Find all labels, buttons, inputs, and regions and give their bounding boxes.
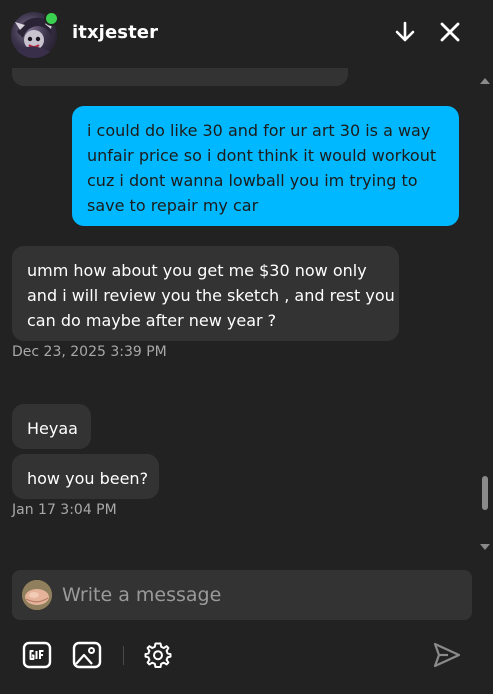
user-avatar <box>22 580 52 610</box>
message-text: and i will review you the sketch , and r… <box>27 286 395 305</box>
message-text: umm how about you get me $30 now only <box>27 261 367 280</box>
online-status-dot <box>44 11 59 26</box>
message-bubble-previous <box>12 68 348 86</box>
message-composer <box>12 570 472 620</box>
message-input[interactable] <box>62 582 457 608</box>
message-text: unfair price so i dont think it would wo… <box>87 146 437 165</box>
message-bubble-incoming: umm how about you get me $30 now only an… <box>12 246 399 341</box>
message-bubble-outgoing: i could do like 30 and for ur art 30 is … <box>72 106 459 226</box>
message-timestamp: Dec 23, 2025 3:39 PM <box>12 344 167 360</box>
close-icon[interactable] <box>436 18 464 46</box>
image-icon[interactable] <box>72 640 102 670</box>
message-timestamp: Jan 17 3:04 PM <box>12 502 117 518</box>
message-bubble-incoming: how you been? <box>12 454 159 499</box>
scroll-up-arrow-icon[interactable] <box>480 78 490 84</box>
settings-icon[interactable] <box>143 640 173 670</box>
gif-icon[interactable] <box>22 640 52 670</box>
send-icon[interactable] <box>432 640 462 670</box>
scroll-down-arrow-icon[interactable] <box>480 544 490 550</box>
arrow-down-icon[interactable] <box>391 18 419 46</box>
message-bubble-incoming: Heyaa <box>12 404 91 449</box>
message-text: Heyaa <box>27 419 78 438</box>
message-text: save to repair my car <box>87 196 259 215</box>
message-text: can do maybe after new year ? <box>27 311 277 330</box>
message-list[interactable]: i could do like 30 and for ur art 30 is … <box>0 68 493 556</box>
chat-username[interactable]: itxjester <box>72 22 158 43</box>
message-text: i could do like 30 and for ur art 30 is … <box>87 121 431 140</box>
scrollbar-thumb[interactable] <box>482 476 488 510</box>
toolbar-divider <box>123 646 124 665</box>
composer-toolbar <box>0 634 493 676</box>
message-text: how you been? <box>27 469 149 488</box>
chat-header: itxjester <box>0 0 493 68</box>
message-text: cuz i dont wanna lowball you im trying t… <box>87 171 418 190</box>
